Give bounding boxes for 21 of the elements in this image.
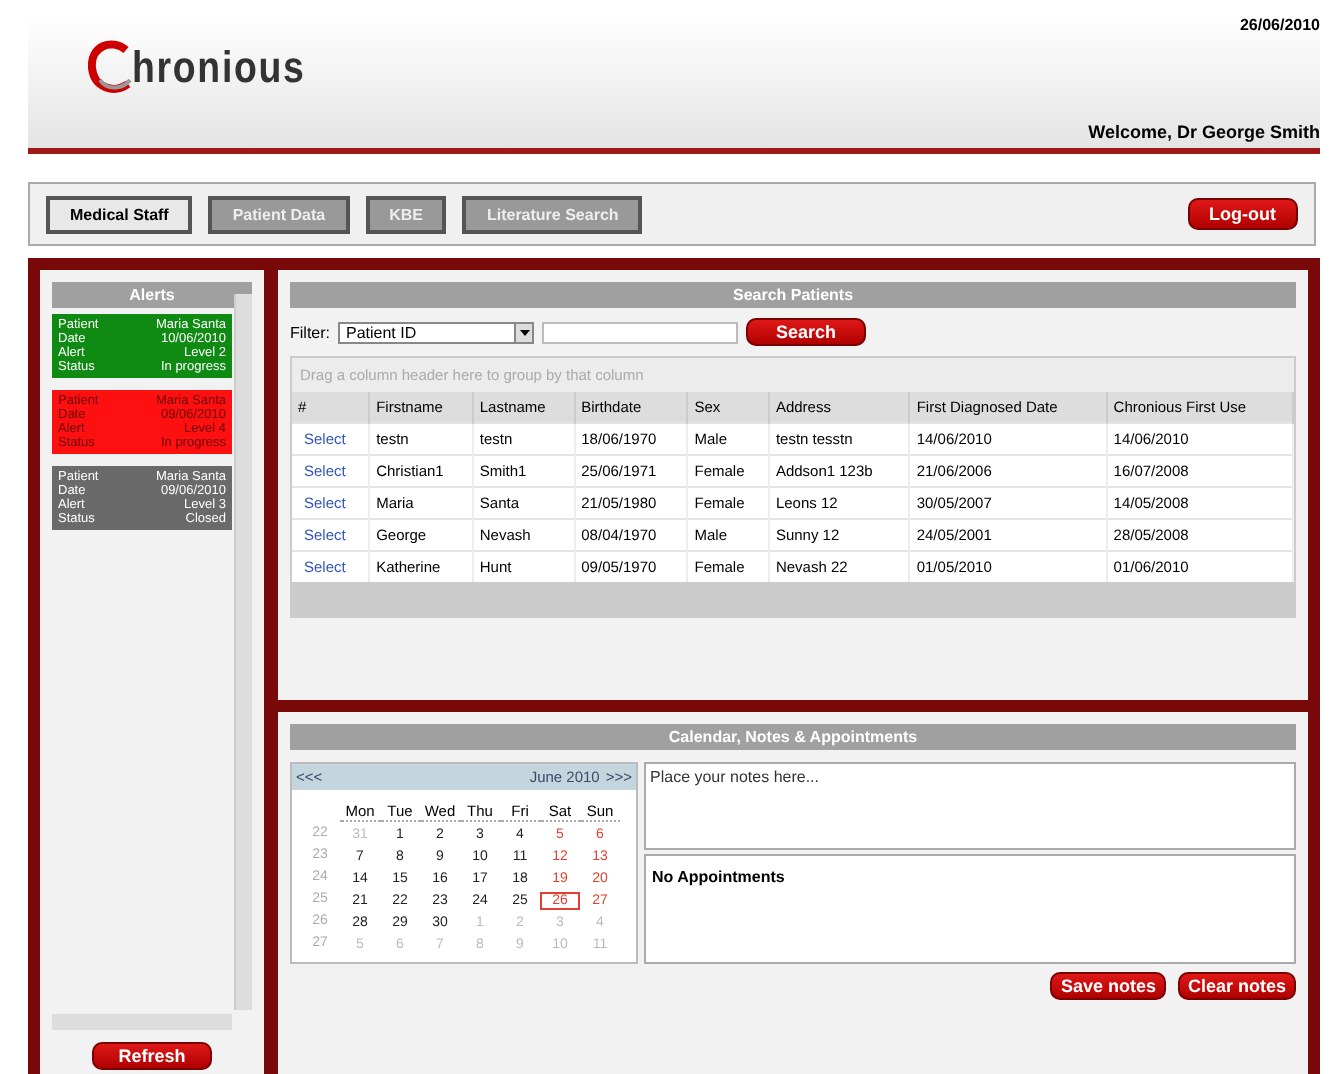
panel-title-bar: Calendar, Notes & Appointments bbox=[290, 724, 1296, 750]
welcome-text: Welcome, Dr George Smith bbox=[1088, 122, 1320, 142]
logo-swirl-icon bbox=[88, 40, 132, 96]
nav-tab[interactable]: Medical Staff bbox=[46, 195, 193, 233]
panel-title-bar: Alerts bbox=[52, 282, 252, 308]
filter-dropdown[interactable]: Patient ID bbox=[338, 321, 534, 343]
filter-label: Filter: bbox=[290, 323, 330, 341]
dropdown-value: Patient ID bbox=[346, 323, 417, 341]
search-button[interactable]: Search bbox=[746, 318, 867, 346]
appointments-text: No Appointments bbox=[650, 866, 787, 890]
notes-button[interactable]: Save notes bbox=[1050, 972, 1166, 1000]
logo-text: hronious bbox=[132, 42, 306, 94]
date-text: 26/06/2010 bbox=[1239, 16, 1320, 34]
dropdown-arrow-icon bbox=[519, 329, 529, 335]
notes-button[interactable]: Clear notes bbox=[1177, 972, 1296, 1000]
refresh-button[interactable]: Refresh bbox=[92, 1042, 212, 1070]
notes-field[interactable]: Place your notes here... bbox=[644, 762, 1296, 850]
search-input-field[interactable] bbox=[542, 321, 738, 343]
logout-button[interactable]: Log-out bbox=[1187, 198, 1298, 230]
panel-title-bar: Search Patients bbox=[290, 282, 1296, 308]
vertical-scrollbar[interactable] bbox=[234, 294, 252, 1010]
